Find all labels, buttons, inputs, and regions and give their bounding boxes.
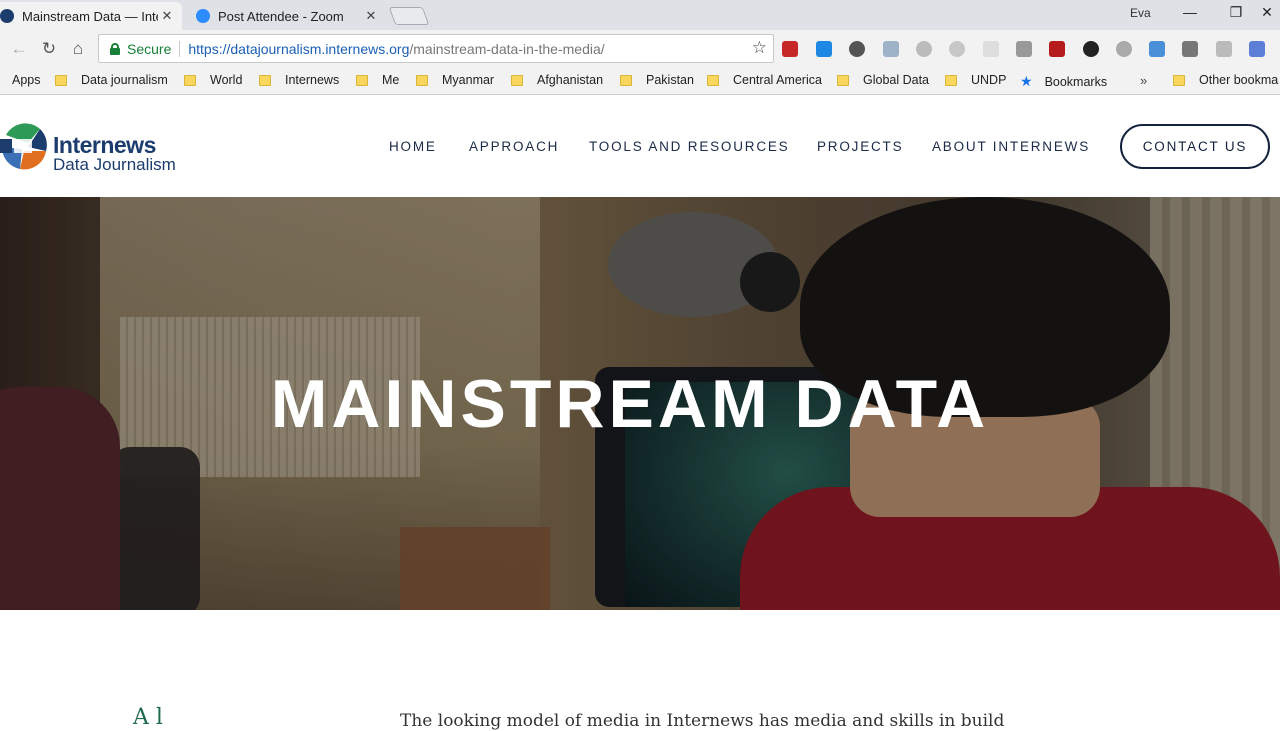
bookmark-label: Bookmarks [1044, 74, 1108, 89]
nav-tools-and-resources[interactable]: TOOLS AND RESOURCES [589, 139, 790, 154]
folder-icon [356, 74, 368, 86]
folder-icon [1173, 74, 1185, 86]
bookmark-label: Apps [12, 73, 41, 87]
folder-icon [55, 74, 67, 86]
bookmark-label: Data journalism [81, 73, 168, 87]
bookmark-label: Central America [733, 73, 822, 87]
profile-name[interactable]: Eva [1130, 6, 1151, 20]
bookmark-folder[interactable]: Global Data [837, 73, 929, 87]
nav-about-internews[interactable]: ABOUT INTERNEWS [932, 139, 1090, 154]
folder-icon [511, 74, 523, 86]
omnibox-divider [179, 40, 181, 57]
address-bar[interactable]: Secure https://datajournalism.internews.… [98, 34, 774, 63]
internews-logo-icon[interactable] [0, 121, 48, 171]
bookmark-folder[interactable]: UNDP [945, 73, 1006, 87]
extension-icon[interactable] [1116, 41, 1132, 57]
bookmark-apps[interactable]: Apps [12, 73, 41, 87]
bookmark-label: Global Data [863, 73, 930, 87]
bookmark-folder[interactable]: Myanmar [416, 73, 494, 87]
extension-icon[interactable] [1182, 41, 1198, 57]
cloud-extension-icon[interactable] [949, 41, 965, 57]
bookmark-folder[interactable]: World [184, 73, 242, 87]
folder-icon [259, 74, 271, 86]
bookmark-folder[interactable]: Pakistan [620, 73, 694, 87]
notes-extension-icon[interactable] [983, 41, 999, 57]
bookmark-folder[interactable]: Afghanistan [511, 73, 603, 87]
folder-icon [184, 74, 196, 86]
folder-icon [620, 74, 632, 86]
bookmark-label: Internews [285, 73, 340, 87]
contact-us-button[interactable]: CONTACT US [1120, 124, 1270, 169]
bookmark-folder[interactable]: Central America [707, 73, 822, 87]
bookmark-label: Myanmar [442, 73, 495, 87]
hero-banner: MAINSTREAM DATA [0, 197, 1280, 610]
intro-paragraph: The looking model of media in Internews … [400, 711, 1005, 731]
acrobat-extension-icon[interactable] [1049, 41, 1065, 57]
internews-favicon-icon [0, 9, 14, 23]
back-icon[interactable]: ← [8, 38, 30, 60]
url-path: /mainstream-data-in-the-media/ [409, 40, 605, 57]
dropbox-extension-icon[interactable] [883, 41, 899, 57]
home-icon[interactable]: ⌂ [67, 38, 89, 60]
reload-icon[interactable]: ↻ [38, 38, 60, 60]
feed-extension-icon[interactable] [1149, 41, 1165, 57]
lock-icon [109, 42, 121, 55]
nav-approach[interactable]: APPROACH [469, 139, 559, 154]
docs-extension-icon[interactable] [1249, 41, 1265, 57]
bookmark-star-icon[interactable]: ☆ [752, 38, 767, 58]
tab-title: Mainstream Data — Inte [22, 8, 158, 24]
bookmark-label: World [210, 73, 243, 87]
p-extension-icon[interactable] [1016, 41, 1032, 57]
tab-zoom[interactable]: Post Attendee - Zoom ✕ [186, 2, 386, 30]
tab-strip: Mainstream Data — Inte ✕ Post Attendee -… [0, 0, 1280, 30]
folder-icon [945, 74, 957, 86]
extension-icon[interactable] [816, 41, 832, 57]
bookmark-label: Pakistan [646, 73, 694, 87]
bookmark-label: UNDP [971, 73, 1007, 87]
maximize-button[interactable]: ❐ [1221, 4, 1251, 24]
nav-home[interactable]: HOME [389, 139, 437, 154]
bookmark-label: Afghanistan [537, 73, 604, 87]
bookmark-bookmarks[interactable]: ★ Bookmarks [1020, 73, 1107, 90]
bookmarks-overflow-icon[interactable]: » [1140, 73, 1147, 88]
tab-close-icon[interactable]: ✕ [362, 8, 380, 24]
bookmark-label: Me [382, 73, 400, 87]
bookmark-folder[interactable]: Internews [259, 73, 339, 87]
close-window-button[interactable]: ✕ [1252, 4, 1280, 24]
logo-subtitle[interactable]: Data Journalism [53, 155, 176, 175]
tab-close-icon[interactable]: ✕ [158, 8, 176, 24]
section-heading: A l [133, 705, 163, 730]
star-icon: ★ [1020, 73, 1033, 89]
bookmarks-bar: Apps Data journalism World Internews Me … [0, 68, 1280, 95]
url-host: https://datajournalism.internews.org [188, 40, 410, 57]
folder-icon [837, 74, 849, 86]
hero-title: MAINSTREAM DATA [270, 366, 990, 442]
pdf-extension-icon[interactable] [782, 41, 798, 57]
folder-icon [707, 74, 719, 86]
color-picker-extension-icon[interactable] [1083, 41, 1099, 57]
new-tab-button[interactable] [388, 7, 430, 25]
bookmark-folder[interactable]: Me [356, 73, 399, 87]
tab-title: Post Attendee - Zoom [218, 8, 344, 24]
extension-icon[interactable] [1216, 41, 1232, 57]
browser-toolbar: ← ↻ ⌂ Secure https://datajournalism.inte… [0, 30, 1280, 68]
bookmark-label: Other bookma [1199, 73, 1279, 87]
security-label[interactable]: Secure [127, 41, 171, 57]
bookmark-folder[interactable]: Data journalism [55, 73, 168, 87]
minimize-button[interactable]: — [1175, 4, 1205, 24]
nav-projects[interactable]: PROJECTS [817, 139, 903, 154]
page-content: A l The looking model of media in Intern… [0, 610, 1280, 731]
zoom-favicon-icon [196, 9, 210, 23]
site-header: Internews Data Journalism HOME APPROACH … [0, 96, 1280, 197]
extension-icon[interactable] [849, 41, 865, 57]
bookmark-other[interactable]: Other bookma [1173, 73, 1278, 87]
tab-mainstream-data[interactable]: Mainstream Data — Inte ✕ [0, 2, 182, 30]
folder-icon [416, 74, 428, 86]
extension-icon[interactable] [916, 41, 932, 57]
